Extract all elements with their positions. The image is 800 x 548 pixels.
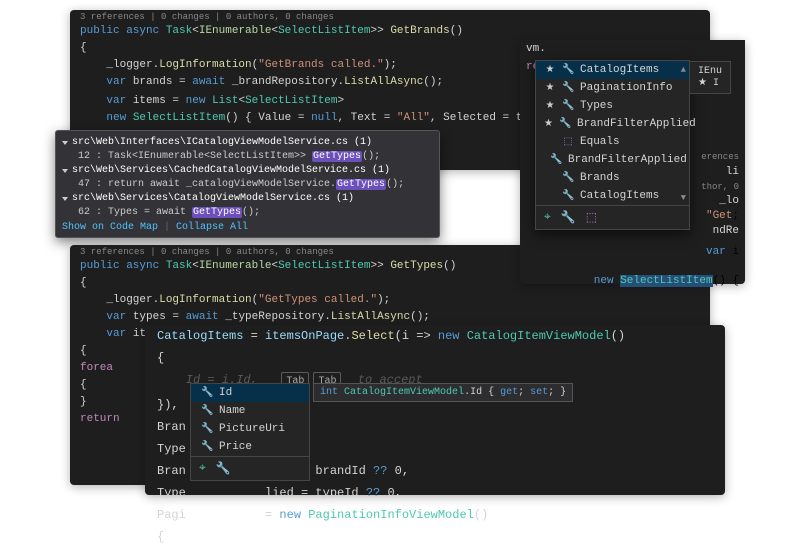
member-info-tooltip: int CatalogItemViewModel.Id { get; set; … <box>313 383 573 402</box>
reference-line[interactable]: 62 : Types = await GetTypes(); <box>62 206 433 219</box>
code-line[interactable]: Pagi = new PaginationInfoViewModel() <box>145 504 725 526</box>
scroll-up-icon[interactable]: ▲ <box>681 65 686 75</box>
star-icon: ★ <box>544 100 556 112</box>
code-line[interactable]: _logger.LogInformation("GetTypes called.… <box>70 292 710 309</box>
intellisense-footer: ⌖ 🔧 ⬚ <box>536 205 689 229</box>
wrench-icon[interactable]: 🔧 <box>561 210 576 225</box>
method-icon: ⬚ <box>562 136 574 148</box>
intellisense-item[interactable]: 🔧 CatalogItems <box>536 187 689 205</box>
code-line[interactable]: public async Task<IEnumerable<SelectList… <box>70 23 710 40</box>
star-icon: ★ <box>544 64 556 76</box>
intellisense-label: BrandFilterApplied <box>568 154 687 166</box>
prop-icon: 🔧 <box>559 118 571 130</box>
reference-links: Show on Code Map | Collapse All <box>62 219 433 233</box>
field-icon: 🔧 <box>562 64 574 76</box>
code-line[interactable]: Type lied = typeId ?? 0, <box>145 482 725 504</box>
show-code-map-link[interactable]: Show on Code Map <box>62 222 158 233</box>
intellisense-label: CatalogItems <box>580 64 659 76</box>
star-icon: ★ <box>544 82 556 94</box>
star-icon: ★ <box>544 118 553 130</box>
intellisense-side-panel: IEnu ★ I <box>689 61 731 94</box>
intellisense-item[interactable]: ★ 🔧 Types <box>536 97 689 115</box>
reference-line[interactable]: 47 : return await _catalogViewModelServi… <box>62 178 433 191</box>
intellisense-label: Types <box>580 100 613 112</box>
code-line[interactable]: CatalogItems = itemsOnPage.Select(i => n… <box>145 325 725 347</box>
intellisense-label: CatalogItems <box>580 190 659 202</box>
code-line[interactable]: { <box>145 526 725 548</box>
scroll-down-icon[interactable]: ▼ <box>681 193 686 203</box>
reference-line[interactable]: 12 : Task<IEnumerable<SelectListItem>> G… <box>62 150 433 163</box>
property-label: Id <box>219 387 232 399</box>
property-label: Name <box>219 405 245 417</box>
cube-icon[interactable]: ⬚ <box>586 210 597 225</box>
code-line[interactable]: { <box>145 347 725 369</box>
prop-icon: 🔧 <box>562 100 574 112</box>
intellisense-item[interactable]: ⬚ Equals <box>536 133 689 151</box>
prop-icon: 🔧 <box>550 154 562 166</box>
wrench-icon: 🔧 <box>201 423 213 435</box>
property-item[interactable]: 🔧 Name <box>191 402 309 420</box>
intellisense-item[interactable]: 🔧 BrandFilterApplied <box>536 151 689 169</box>
find-references-tooltip: src\Web\Interfaces\ICatalogViewModelServ… <box>55 130 440 238</box>
intellisense-label: Brands <box>580 172 620 184</box>
collapse-all-link[interactable]: Collapse All <box>176 222 248 233</box>
intellisense-label: PaginationInfo <box>580 82 672 94</box>
chevron-down-icon <box>62 169 68 173</box>
field-icon: 🔧 <box>562 82 574 94</box>
prop-icon: 🔧 <box>562 172 574 184</box>
target-icon[interactable]: ⌖ <box>199 461 206 476</box>
wrench-icon: 🔧 <box>201 441 213 453</box>
code-line[interactable]: var types = await _typeRepository.ListAl… <box>70 309 710 326</box>
property-item[interactable]: 🔧 Price <box>191 438 309 456</box>
intellisense-item[interactable]: 🔧 Brands <box>536 169 689 187</box>
wrench-icon: 🔧 <box>201 387 213 399</box>
intellisense-label: BrandFilterApplied <box>577 118 696 130</box>
property-item[interactable]: 🔧 PictureUri <box>191 420 309 438</box>
property-label: PictureUri <box>219 423 285 435</box>
reference-file[interactable]: src\Web\Interfaces\ICatalogViewModelServ… <box>62 135 433 150</box>
intellisense-label: Equals <box>580 136 620 148</box>
property-item[interactable]: 🔧 Id <box>191 384 309 402</box>
property-label: Price <box>219 441 252 453</box>
chevron-down-icon <box>62 141 68 145</box>
reference-file[interactable]: src\Web\Services\CatalogViewModelService… <box>62 191 433 206</box>
codelens[interactable]: 3 references | 0 changes | 0 authors, 0 … <box>70 10 710 23</box>
property-intellisense: 🔧 Id 🔧 Name 🔧 PictureUri 🔧 Price ⌖ 🔧 <box>190 383 310 481</box>
wrench-icon: 🔧 <box>201 405 213 417</box>
wrench-icon[interactable]: 🔧 <box>216 461 231 476</box>
intellisense-popup: ★🔧CatalogItems★🔧PaginationInfo★🔧Types★🔧B… <box>535 60 690 230</box>
intellisense-footer: ⌖ 🔧 <box>191 456 309 480</box>
member-access-expr[interactable]: vm. <box>520 40 745 58</box>
prop-icon: 🔧 <box>562 190 574 202</box>
target-icon[interactable]: ⌖ <box>544 210 551 225</box>
intellicode-panel: CatalogItems = itemsOnPage.Select(i => n… <box>145 325 725 495</box>
intellisense-item[interactable]: ★🔧BrandFilterApplied <box>536 115 689 133</box>
intellisense-item[interactable]: ★ 🔧 PaginationInfo <box>536 79 689 97</box>
reference-file[interactable]: src\Web\Services\CachedCatalogViewModelS… <box>62 163 433 178</box>
chevron-down-icon <box>62 197 68 201</box>
intellisense-item[interactable]: ★ 🔧 CatalogItems <box>536 61 689 79</box>
